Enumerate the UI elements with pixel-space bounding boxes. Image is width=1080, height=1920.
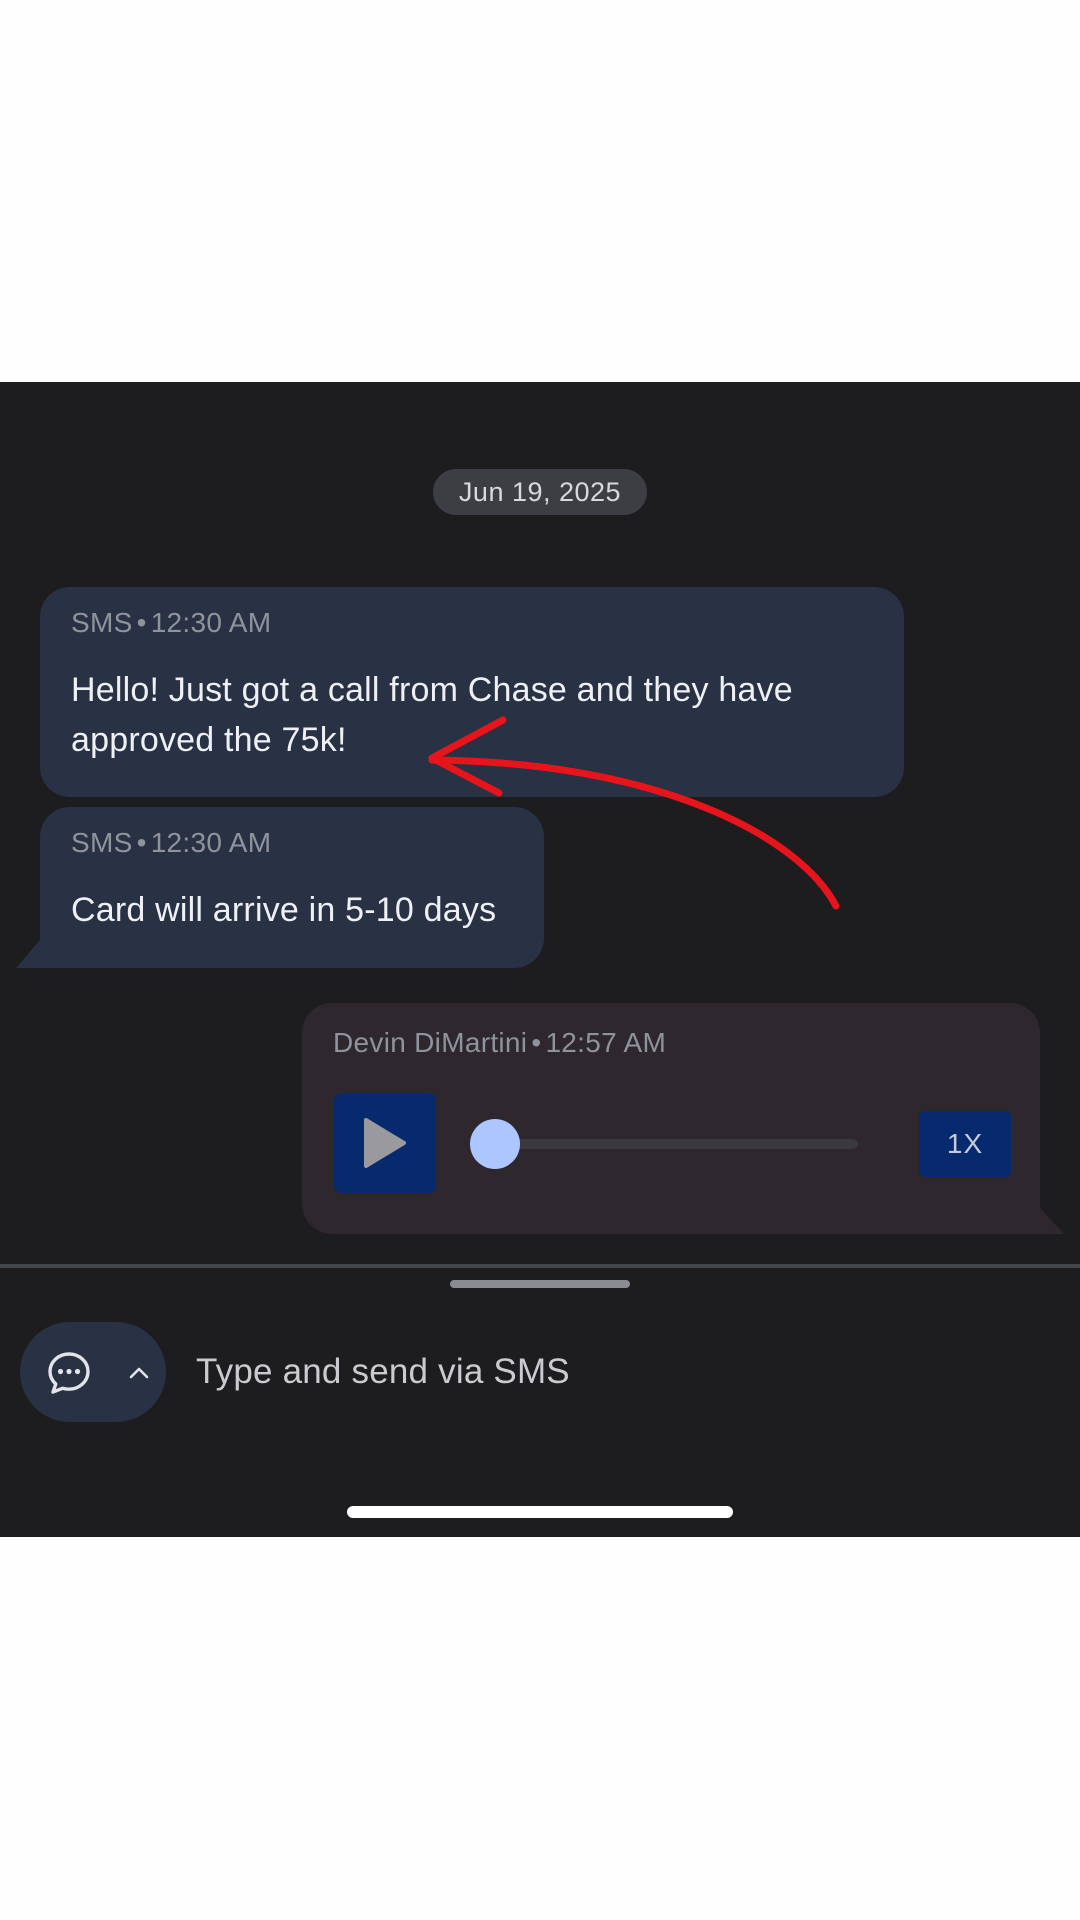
playback-speed-button[interactable]: 1X — [919, 1111, 1011, 1177]
bottom-blank-area — [0, 1537, 1080, 1920]
incoming-bubble-tail — [16, 940, 40, 968]
message-sender: SMS — [71, 607, 133, 638]
conversation-screen: Jun 19, 2025 SMS • 12:30 AM Hello! Just go… — [0, 382, 1080, 1537]
message-meta: SMS • 12:30 AM — [71, 607, 271, 639]
message-time: 12:57 AM — [545, 1027, 667, 1058]
audio-scrubber-thumb[interactable] — [470, 1119, 520, 1169]
incoming-message-bubble[interactable]: SMS • 12:30 AM Hello! Just got a call from… — [40, 587, 904, 797]
message-time: 12:30 AM — [150, 607, 272, 638]
message-text: Card will arrive in 5-10 days — [71, 891, 497, 929]
meta-separator: • — [136, 827, 147, 858]
date-chip: Jun 19, 2025 — [433, 469, 647, 515]
message-meta: SMS • 12:30 AM — [71, 827, 271, 859]
message-meta: Devin DiMartini • 12:57 AM — [333, 1027, 666, 1059]
message-text: Hello! Just got a call from Chase and th… — [71, 671, 793, 759]
play-icon — [364, 1118, 406, 1168]
message-sender: SMS — [71, 827, 133, 858]
meta-separator: • — [136, 607, 147, 638]
message-input[interactable] — [196, 1332, 1056, 1412]
composer-divider — [0, 1264, 1080, 1268]
home-indicator-bar[interactable] — [347, 1506, 733, 1518]
incoming-message-bubble[interactable]: SMS • 12:30 AM Card will arrive in 5-10 da… — [40, 807, 544, 968]
top-blank-area — [0, 0, 1080, 382]
outgoing-bubble-tail — [1040, 1208, 1064, 1234]
chevron-up-icon — [129, 1367, 149, 1379]
outgoing-voice-message-bubble[interactable]: Devin DiMartini • 12:57 AM 1X — [302, 1003, 1040, 1234]
message-type-toggle-button[interactable] — [20, 1322, 166, 1422]
play-button[interactable] — [334, 1093, 436, 1193]
meta-separator: • — [531, 1027, 542, 1058]
chat-bubble-icon — [48, 1352, 90, 1394]
audio-progress-track[interactable] — [470, 1139, 858, 1149]
message-sender: Devin DiMartini — [333, 1027, 528, 1058]
message-time: 12:30 AM — [150, 827, 272, 858]
composer-drag-handle[interactable] — [450, 1280, 630, 1288]
